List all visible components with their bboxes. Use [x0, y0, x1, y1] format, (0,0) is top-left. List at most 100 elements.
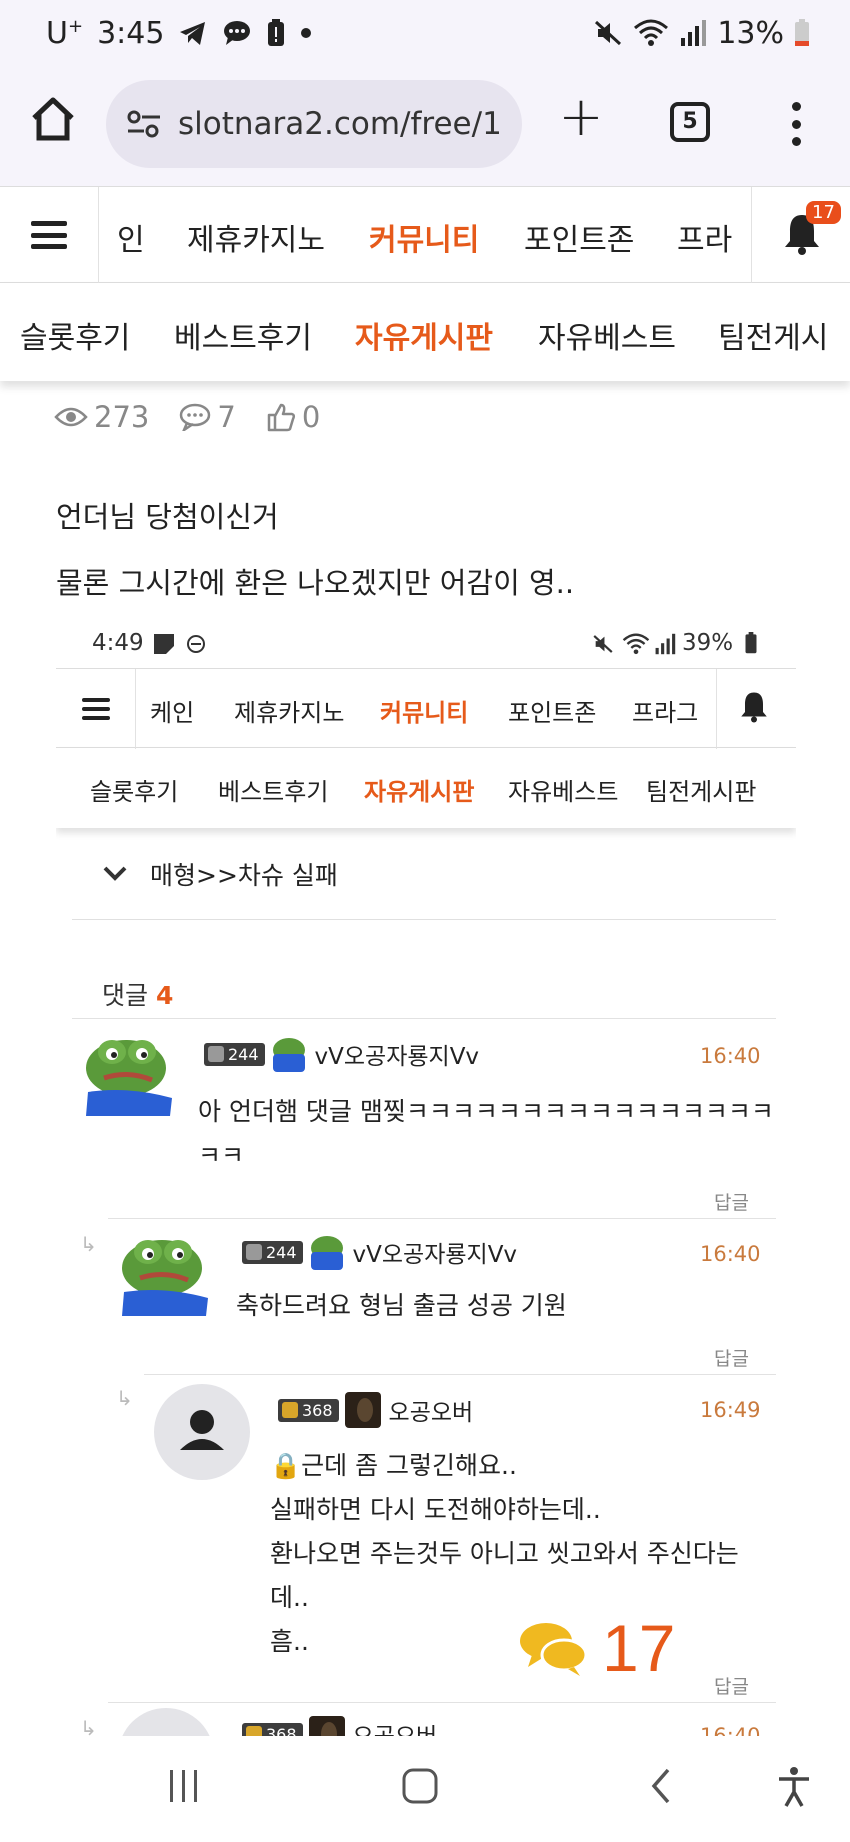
- tab-best-review[interactable]: 베스트후기: [174, 313, 312, 357]
- user-icon: [180, 1410, 224, 1450]
- comment-text: 아 언더햄 댓글 맴찢ㅋㅋㅋㅋㅋㅋㅋㅋㅋㅋㅋㅋㅋㅋㅋㅋ ㅋㅋ: [198, 1097, 774, 1170]
- eye-icon: [54, 407, 88, 427]
- embedded-battery-percent: 39%: [682, 630, 734, 656]
- chevron-down-icon: [103, 866, 127, 881]
- nav-item-community[interactable]: 커뮤니티: [369, 215, 479, 259]
- nav-item-point-zone[interactable]: 포인트존: [524, 215, 634, 259]
- comment-author: vV오공자룡지Vv: [314, 1044, 480, 1070]
- floating-comment-count: 17: [602, 1611, 676, 1685]
- embedded-nav-item: 제휴카지노: [234, 699, 345, 727]
- embedded-tab: 팀전게시판: [646, 778, 757, 806]
- tab-slot-review[interactable]: 슬롯후기: [20, 313, 130, 357]
- default-avatar: [154, 1384, 250, 1480]
- thumbs-up-icon[interactable]: [266, 402, 296, 432]
- post-stats: 273 7 0: [54, 400, 350, 434]
- nav-item-premium[interactable]: 프라: [677, 215, 732, 259]
- accessibility-icon[interactable]: [776, 1766, 812, 1808]
- embedded-tab-active: 자유게시판: [364, 778, 475, 806]
- user-mini-avatar: [310, 1236, 343, 1270]
- embedded-signal-icon: [655, 633, 676, 655]
- embedded-hamburger-icon: [81, 698, 110, 720]
- comment-count: 7: [217, 400, 236, 434]
- like-count: 0: [301, 400, 321, 434]
- floating-comment-button[interactable]: 17: [518, 1610, 675, 1686]
- reply-arrow-icon: ↳: [80, 1716, 97, 1736]
- comments-bubbles-icon: [520, 1623, 588, 1676]
- tab-free-board[interactable]: 자유게시판: [355, 313, 493, 357]
- browser-toolbar: slotnara2.com/free/1 + 5: [0, 66, 850, 186]
- embedded-status-time: 4:49: [92, 630, 144, 656]
- signal-icon: [681, 20, 707, 46]
- site-settings-icon[interactable]: [126, 109, 162, 139]
- comment-text: 축하드려요 형님 출금 성공 기원: [236, 1291, 567, 1320]
- embedded-nav-item: 프라그: [632, 699, 699, 727]
- new-tab-button[interactable]: +: [556, 90, 606, 144]
- reply-link: 답글: [714, 1348, 749, 1370]
- wifi-icon: [634, 19, 669, 46]
- embedded-nav-item: 포인트존: [508, 699, 597, 727]
- embedded-nav-item-active: 커뮤니티: [380, 699, 469, 727]
- level-badge: 368: [278, 1398, 339, 1422]
- embedded-nav-item: 케인: [150, 699, 195, 727]
- default-avatar: [118, 1708, 214, 1736]
- level-icon: [246, 1244, 262, 1260]
- frog-avatar: [118, 1232, 214, 1316]
- back-icon[interactable]: [646, 1766, 676, 1806]
- dnd-icon: [187, 635, 205, 653]
- embedded-bell: [716, 669, 796, 749]
- embedded-status-bar: 4:49 39%: [56, 618, 796, 668]
- url-text[interactable]: slotnara2.com/free/1: [178, 106, 502, 142]
- system-navigation-bar: [0, 1736, 850, 1842]
- tab-switcher-button[interactable]: 5: [670, 102, 710, 142]
- mute-icon: [595, 20, 622, 46]
- embedded-tab: 베스트후기: [218, 778, 329, 806]
- tab-free-best[interactable]: 자유베스트: [538, 313, 676, 357]
- board-tabs: 슬롯후기 베스트후기 자유게시판 자유베스트 팀전게시: [0, 283, 850, 381]
- recent-apps-icon[interactable]: [166, 1766, 202, 1806]
- comment-author: 오공오버: [353, 1717, 438, 1736]
- comment-author-row: 244 vV오공자룡지Vv: [242, 1234, 517, 1270]
- nav-item-partner-casino[interactable]: 제휴카지노: [187, 215, 325, 259]
- comment-author-row: 368 오공오버: [242, 1716, 437, 1736]
- view-count: 273: [94, 400, 150, 434]
- nav-item-main[interactable]: 인: [117, 215, 145, 259]
- level-icon: [282, 1402, 298, 1418]
- embedded-bell-icon: [741, 692, 767, 723]
- post-body-line-2: 물론 그시간에 환은 나오겠지만 어감이 영..: [56, 566, 575, 600]
- embedded-nav-items: 케인 제휴카지노 커뮤니티 포인트존 프라그: [136, 669, 716, 749]
- embedded-hamburger-button: [56, 669, 136, 749]
- comment-icon: [180, 403, 211, 431]
- collapsed-post-title: 매형>>차슈 실패: [72, 828, 776, 920]
- more-menu-button[interactable]: [784, 102, 808, 146]
- address-bar[interactable]: slotnara2.com/free/1: [106, 80, 522, 168]
- comment-time: 16:40: [700, 1044, 761, 1068]
- embedded-tab: 자유베스트: [508, 778, 619, 806]
- notification-button[interactable]: 17: [751, 187, 850, 283]
- comment-author-row: 244 vV오공자룡지Vv: [204, 1036, 479, 1072]
- home-nav-icon[interactable]: [400, 1766, 440, 1806]
- reply-link: 답글: [714, 1676, 749, 1698]
- status-time: 3:45: [97, 15, 165, 51]
- comment-time: 16:40: [700, 1242, 761, 1266]
- embedded-site-nav: 케인 제휴카지노 커뮤니티 포인트존 프라그: [56, 668, 796, 749]
- user-mini-avatar: [344, 1392, 381, 1428]
- comment-author: 오공오버: [388, 1400, 474, 1426]
- embedded-wifi-icon: [622, 633, 650, 655]
- battery-percent: 13%: [717, 15, 784, 51]
- dot-icon: [301, 28, 312, 38]
- divider: [108, 1218, 776, 1219]
- reply-link: 답글: [714, 1192, 749, 1214]
- embedded-battery-icon: [745, 632, 757, 654]
- reply-arrow-icon: ↳: [80, 1232, 97, 1256]
- embedded-board-tabs: 슬롯후기 베스트후기 자유게시판 자유베스트 팀전게시판: [56, 748, 796, 828]
- embedded-mute-icon: [593, 635, 613, 653]
- comment-time: 16:40: [700, 1724, 761, 1736]
- tab-team-board[interactable]: 팀전게시: [718, 313, 828, 357]
- status-bar: U+ 3:45 13%: [0, 0, 850, 66]
- battery-icon: [795, 19, 809, 46]
- hamburger-menu-button[interactable]: [0, 187, 99, 283]
- level-badge: 244: [204, 1042, 265, 1066]
- level-badge: 244: [242, 1240, 303, 1264]
- site-nav: 인 제휴카지노 커뮤니티 포인트존 프라 17: [0, 186, 850, 283]
- home-icon[interactable]: [28, 94, 78, 144]
